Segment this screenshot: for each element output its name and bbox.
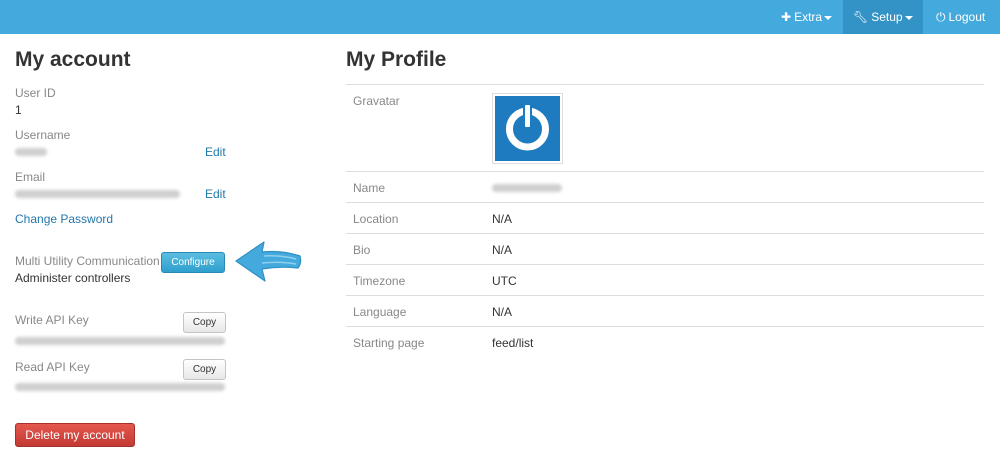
starting-page-label: Starting page bbox=[353, 336, 425, 350]
table-row: Starting page feed/list bbox=[346, 326, 984, 357]
profile-title: My Profile bbox=[346, 48, 447, 71]
copy-read-api-key-button[interactable]: Copy bbox=[183, 359, 226, 380]
gravatar-label: Gravatar bbox=[353, 94, 400, 108]
starting-page-value: feed/list bbox=[492, 336, 534, 350]
read-api-key-label: Read API Key bbox=[15, 360, 90, 374]
write-api-key-label: Write API Key bbox=[15, 313, 89, 327]
arrow-left-icon bbox=[235, 241, 302, 282]
copy-write-api-key-button[interactable]: Copy bbox=[183, 312, 226, 333]
plus-icon: ✚ bbox=[781, 10, 792, 24]
timezone-value: UTC bbox=[492, 274, 517, 288]
delete-account-button[interactable]: Delete my account bbox=[15, 423, 135, 447]
table-row: Timezone UTC bbox=[346, 264, 984, 295]
write-api-key-value-redacted bbox=[15, 337, 225, 345]
chevron-down-icon bbox=[904, 15, 913, 20]
email-label: Email bbox=[15, 170, 46, 184]
table-row: Language N/A bbox=[346, 295, 984, 326]
language-value: N/A bbox=[492, 305, 513, 319]
language-label: Language bbox=[353, 305, 407, 319]
name-label: Name bbox=[353, 181, 386, 195]
setup-menu[interactable]: 🔧︎ Setup bbox=[843, 0, 923, 34]
logout-label: Logout bbox=[948, 10, 986, 24]
bio-label: Bio bbox=[353, 243, 371, 257]
setup-menu-label: Setup bbox=[871, 10, 903, 24]
account-title: My account bbox=[15, 48, 131, 71]
user-id-label: User ID bbox=[15, 86, 56, 100]
read-api-key-value-redacted bbox=[15, 383, 225, 391]
edit-username-link[interactable]: Edit bbox=[205, 145, 226, 159]
bio-value: N/A bbox=[492, 243, 513, 257]
gravatar-image[interactable] bbox=[492, 93, 563, 164]
location-value: N/A bbox=[492, 212, 513, 226]
table-row: Name bbox=[346, 171, 984, 202]
table-row: Location N/A bbox=[346, 202, 984, 233]
extra-menu-label: Extra bbox=[794, 10, 823, 24]
profile-table: Gravatar Name Location N/A Bio N/A Timez… bbox=[346, 84, 984, 357]
power-icon: ⏻ bbox=[936, 10, 946, 24]
administer-controllers-text: Administer controllers bbox=[15, 271, 131, 285]
chevron-down-icon bbox=[824, 15, 833, 20]
username-label: Username bbox=[15, 128, 71, 142]
username-value-redacted bbox=[15, 148, 47, 156]
logout-link[interactable]: ⏻ Logout bbox=[926, 0, 995, 34]
muc-label: Multi Utility Communication bbox=[15, 254, 160, 268]
top-navbar: ✚ Extra 🔧︎ Setup ⏻ Logout bbox=[0, 0, 1000, 34]
timezone-label: Timezone bbox=[353, 274, 406, 288]
configure-button[interactable]: Configure bbox=[161, 252, 225, 273]
extra-menu[interactable]: ✚ Extra bbox=[771, 0, 842, 34]
edit-email-link[interactable]: Edit bbox=[205, 187, 226, 201]
name-value-redacted bbox=[492, 184, 562, 192]
table-row: Bio N/A bbox=[346, 233, 984, 264]
location-label: Location bbox=[353, 212, 399, 226]
wrench-icon: 🔧︎ bbox=[853, 10, 869, 24]
email-value-redacted bbox=[15, 190, 180, 198]
gravatar-logo-icon bbox=[506, 103, 549, 151]
user-id-value: 1 bbox=[15, 103, 22, 117]
change-password-link[interactable]: Change Password bbox=[15, 212, 113, 226]
table-row: Gravatar bbox=[346, 84, 984, 171]
